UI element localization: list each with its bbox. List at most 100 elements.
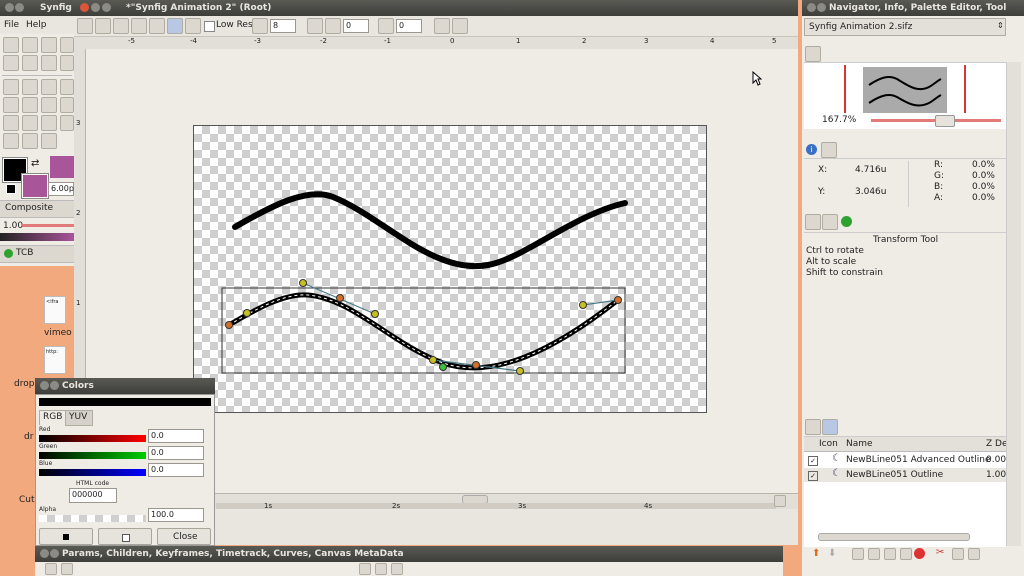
swap-colors-icon[interactable]: ⇄ xyxy=(31,158,39,169)
setup-icon[interactable] xyxy=(41,55,57,71)
fill-color-swatch-secondary[interactable] xyxy=(50,156,74,178)
blue-field[interactable]: 0.0 xyxy=(148,463,204,477)
info-tab-icon[interactable]: i xyxy=(806,144,817,155)
zoom-slider-thumb[interactable] xyxy=(935,115,955,127)
alpha-slider[interactable] xyxy=(39,515,146,522)
text-tool-icon[interactable] xyxy=(3,133,19,149)
curves-icon[interactable] xyxy=(391,563,403,575)
render-icon[interactable] xyxy=(378,18,394,34)
copy-icon[interactable] xyxy=(952,548,964,560)
zoom-field[interactable]: 8 xyxy=(270,19,296,33)
menu-file[interactable]: File xyxy=(4,20,19,30)
right-panel-scrollbar[interactable] xyxy=(1006,62,1021,546)
column-header-icon[interactable]: Icon xyxy=(819,439,838,449)
canvas-artwork[interactable] xyxy=(193,125,707,413)
column-header-name[interactable]: Name xyxy=(846,439,873,449)
navigator-tab-icon[interactable] xyxy=(805,46,821,62)
scale-tool-icon[interactable] xyxy=(41,79,57,95)
delete-layer-icon[interactable] xyxy=(914,548,925,559)
file-selector[interactable]: Synfig Animation 2.sifz ⇕ xyxy=(804,18,1006,36)
layer-checkbox[interactable]: ✓ xyxy=(808,471,818,481)
pointer-icon[interactable] xyxy=(149,18,165,34)
eyedrop-tool-icon[interactable] xyxy=(22,133,38,149)
layers-tab-icon[interactable] xyxy=(822,419,838,435)
paste-icon[interactable] xyxy=(968,548,980,560)
children-icon[interactable] xyxy=(61,563,73,575)
preview-icon[interactable] xyxy=(434,18,450,34)
right-min-button[interactable] xyxy=(817,3,826,12)
timetrack-icon[interactable] xyxy=(375,563,387,575)
keyframe-lock-icon[interactable] xyxy=(774,495,786,507)
zoom-icon[interactable] xyxy=(252,18,268,34)
cut-icon[interactable]: ✂ xyxy=(936,547,944,558)
layer-row[interactable]: ✓ ☾ NewBLine051 Advanced Outline 0.000 xyxy=(804,453,1012,467)
keyframes-icon[interactable] xyxy=(359,563,371,575)
rotate-icon[interactable] xyxy=(131,18,147,34)
blend-method-select[interactable]: Composite xyxy=(0,200,74,218)
toolbox-min-button[interactable] xyxy=(15,3,24,12)
past-onion-field[interactable]: 0 xyxy=(343,19,369,33)
render-settings-icon[interactable] xyxy=(60,55,74,71)
gradient-tool-icon[interactable] xyxy=(60,97,74,113)
undo-icon[interactable] xyxy=(3,55,19,71)
rectangle-tool-icon[interactable] xyxy=(22,97,38,113)
star-tool-icon[interactable] xyxy=(41,97,57,113)
alpha-field[interactable]: 100.0 xyxy=(148,508,204,522)
smooth-move-icon[interactable] xyxy=(95,18,111,34)
transform-tool-icon[interactable] xyxy=(77,18,93,34)
redo-icon[interactable] xyxy=(22,55,38,71)
rotate-tool-icon[interactable] xyxy=(60,79,74,95)
spline-tool-icon[interactable] xyxy=(3,115,19,131)
params-icon[interactable] xyxy=(45,563,57,575)
transform-tool-icon[interactable] xyxy=(3,79,19,95)
navigator-thumbnail[interactable] xyxy=(863,67,947,113)
layers-scrollbar[interactable] xyxy=(818,533,970,541)
close-button[interactable]: Close xyxy=(157,528,211,545)
draw-tool-icon[interactable] xyxy=(22,115,38,131)
zoom-tool-icon[interactable] xyxy=(41,133,57,149)
desktop-icon-file[interactable]: <ifra xyxy=(44,296,66,324)
folder-tab-icon[interactable] xyxy=(805,419,821,435)
circle-tool-icon[interactable] xyxy=(3,97,19,113)
animation-icon[interactable] xyxy=(452,18,468,34)
red-field[interactable]: 0.0 xyxy=(148,429,204,443)
grid-icon[interactable] xyxy=(307,18,323,34)
open-file-icon[interactable] xyxy=(22,37,38,53)
maximize-window-button[interactable] xyxy=(102,3,111,12)
save-file-icon[interactable] xyxy=(41,37,57,53)
save-as-icon[interactable] xyxy=(60,37,74,53)
low-res-checkbox[interactable] xyxy=(204,21,215,32)
lower-layer-icon[interactable]: ⬇ xyxy=(828,548,836,559)
cutout-tool-icon[interactable] xyxy=(41,115,57,131)
green-field[interactable]: 0.0 xyxy=(148,446,204,460)
tool-settings-tab-icon[interactable] xyxy=(822,214,838,230)
params-close-button[interactable] xyxy=(40,549,49,558)
palette-tab-icon[interactable] xyxy=(821,142,837,158)
future-onion-field[interactable]: 0 xyxy=(396,19,422,33)
layer-checkbox[interactable]: ✓ xyxy=(808,456,818,466)
brush-width-field[interactable]: 6.00p xyxy=(48,182,74,196)
set-z-depth-icon[interactable] xyxy=(884,548,896,560)
fill-icon[interactable] xyxy=(185,18,201,34)
tool-help-tab-icon[interactable] xyxy=(841,216,852,227)
draw-icon[interactable] xyxy=(167,18,183,34)
menu-help[interactable]: Help xyxy=(26,20,47,30)
column-header-z[interactable]: Z De xyxy=(986,439,1008,449)
html-code-field[interactable]: 000000 xyxy=(69,488,117,503)
fill-color-swatch[interactable] xyxy=(21,173,49,199)
toolbox-close-button[interactable] xyxy=(5,3,14,12)
layer-row[interactable]: ✓ ☾ NewBLine051 Outline 1.000 xyxy=(804,468,1012,482)
tool-options-tab-icon[interactable] xyxy=(805,214,821,230)
scale-icon[interactable] xyxy=(113,18,129,34)
raise-layer-icon[interactable]: ⬆ xyxy=(812,548,820,559)
new-file-icon[interactable] xyxy=(3,37,19,53)
set-outline-button[interactable] xyxy=(39,528,93,545)
green-slider[interactable] xyxy=(39,452,146,459)
params-min-button[interactable] xyxy=(50,549,59,558)
encapsulate-icon[interactable] xyxy=(868,548,880,560)
set-fill-button[interactable] xyxy=(98,528,152,545)
colors-min-button[interactable] xyxy=(50,381,59,390)
blue-slider[interactable] xyxy=(39,469,146,476)
minimize-window-button[interactable] xyxy=(91,3,100,12)
gradient-preview[interactable] xyxy=(0,233,74,241)
